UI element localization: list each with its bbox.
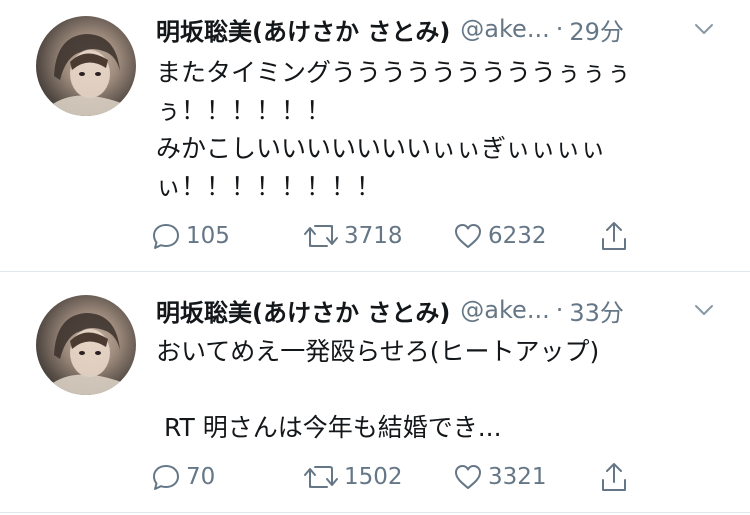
retweet-button[interactable]: 3718: [302, 218, 403, 254]
tweet-header: 明坂聡美(あけさか さとみ) @ake... · 33分: [156, 293, 730, 327]
retweet-icon: [304, 225, 338, 247]
tweet-text: おいてめえ一発殴らせろ(ヒートアップ) RT 明さんは今年も結婚でき...: [156, 337, 600, 442]
like-button[interactable]: 3321: [452, 459, 547, 495]
retweet-count: 3718: [344, 223, 403, 249]
like-button[interactable]: 6232: [452, 218, 547, 254]
display-name[interactable]: 明坂聡美(あけさか さとみ): [156, 293, 450, 328]
retweet-count: 1502: [344, 464, 403, 490]
reply-count: 105: [186, 223, 230, 249]
separator-dot: ·: [555, 296, 564, 324]
separator-dot: ·: [555, 15, 564, 43]
retweet-button[interactable]: 1502: [302, 459, 403, 495]
tweet[interactable]: 明坂聡美(あけさか さとみ) @ake... · 33分 おいてめえ一発殴らせろ…: [0, 273, 750, 515]
user-handle[interactable]: @ake...: [460, 15, 549, 43]
chevron-down-icon[interactable]: [692, 12, 716, 46]
tweet-header: 明坂聡美(あけさか さとみ) @ake... · 29分: [156, 12, 730, 46]
share-icon: [602, 222, 626, 250]
tweet-actions: 70 1502 3321: [150, 459, 730, 495]
tweet-actions: 105 3718 6232: [150, 218, 730, 254]
chevron-down-icon[interactable]: [692, 293, 716, 327]
retweet-icon: [304, 466, 338, 488]
share-button[interactable]: [598, 218, 630, 254]
tweet-divider: [0, 271, 750, 272]
tweet-divider: [0, 512, 750, 513]
reply-count: 70: [186, 464, 216, 490]
reply-button[interactable]: 70: [150, 459, 215, 495]
share-button[interactable]: [598, 459, 630, 495]
user-handle[interactable]: @ake...: [460, 296, 549, 324]
tweet-text: またタイミングうううううううううぅぅぅ ぅ！！！！！！ みかこしいいいいいいいぃ…: [156, 58, 632, 201]
like-count: 6232: [488, 223, 547, 249]
like-icon: [455, 465, 481, 489]
reply-button[interactable]: 105: [150, 218, 230, 254]
share-icon: [602, 463, 626, 491]
avatar-image: [36, 313, 136, 395]
timestamp[interactable]: 33分: [569, 293, 624, 328]
avatar[interactable]: [36, 16, 136, 116]
avatar-image: [36, 34, 136, 116]
timestamp[interactable]: 29分: [569, 12, 624, 47]
like-count: 3321: [488, 464, 547, 490]
display-name[interactable]: 明坂聡美(あけさか さとみ): [156, 12, 450, 47]
reply-icon: [153, 465, 179, 490]
tweet[interactable]: 明坂聡美(あけさか さとみ) @ake... · 29分 またタイミングうううう…: [0, 0, 750, 273]
reply-icon: [153, 224, 179, 249]
avatar[interactable]: [36, 295, 136, 395]
like-icon: [455, 224, 481, 248]
